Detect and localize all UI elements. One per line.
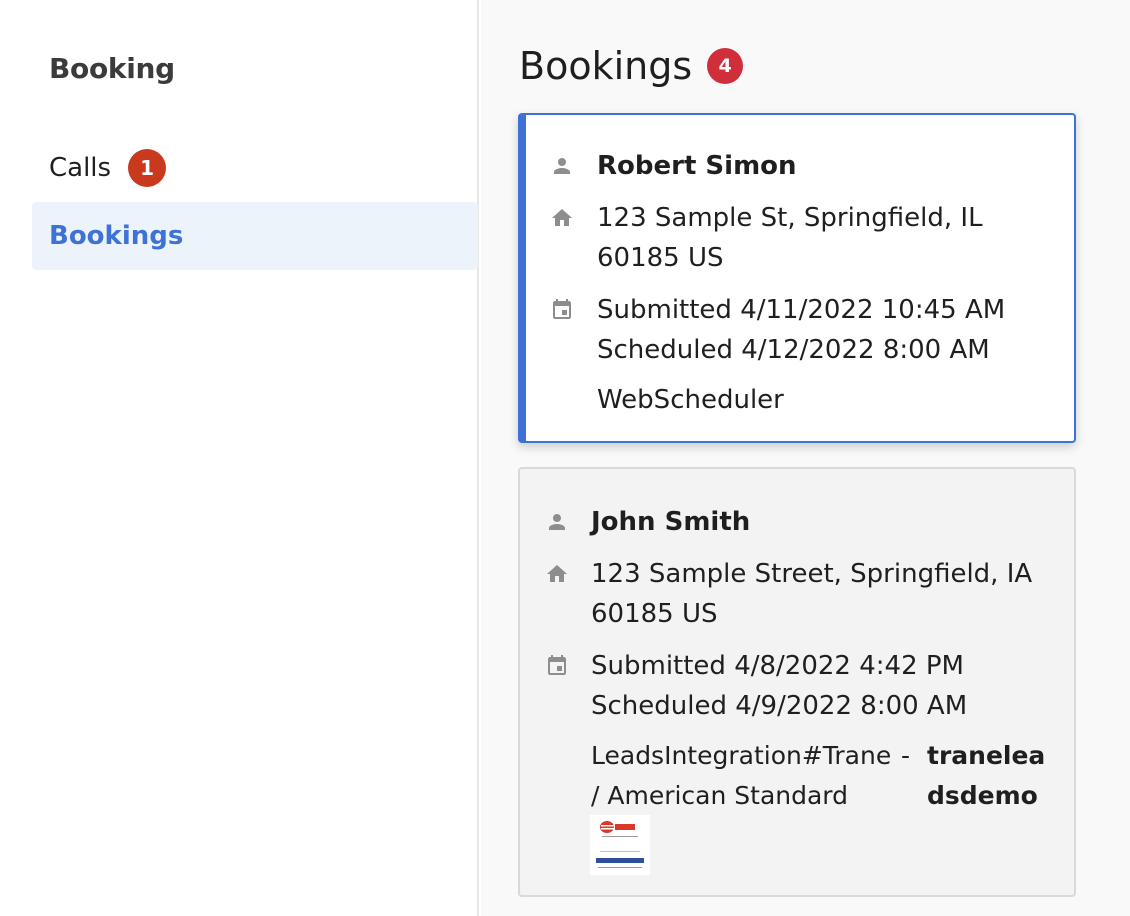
booking-dates-row: Submitted 4/8/2022 4:42 PM Scheduled 4/9… [545,646,967,726]
booking-card[interactable]: John Smith 123 Sample Street, Springfiel… [518,467,1076,897]
sidebar-item-label: Calls [49,153,112,183]
address-line-2: 60185 US [597,243,724,273]
main-panel: Bookings 4 Robert Simon 123 Sample St, S… [481,0,1130,916]
address-line-2: 60185 US [591,599,718,629]
account-line-1: tranelea [927,741,1046,770]
sidebar-title: Booking [49,52,175,85]
bookings-count-badge: 4 [707,48,744,84]
submitted-date: Submitted 4/11/2022 10:45 AM [597,295,1006,325]
person-icon [545,510,569,534]
submitted-date: Submitted 4/8/2022 4:42 PM [591,651,964,681]
sidebar-item-label: Bookings [49,221,184,251]
address-line-1: 123 Sample St, Springfield, IL [597,203,983,233]
calendar-icon [550,298,574,322]
sidebar-item-bookings[interactable]: Bookings [32,202,478,270]
customer-name: Robert Simon [597,151,797,181]
booking-source-row: LeadsIntegration#Trane / American Standa… [591,736,1045,816]
trane-american-standard-logo [590,815,650,875]
booking-address-row: 123 Sample Street, Springfield, IA 60185… [545,554,1032,634]
booking-source: WebScheduler [597,385,784,415]
sidebar: Booking Calls 1 Bookings [0,0,479,916]
home-icon [550,206,574,230]
home-icon [545,562,569,586]
scheduled-date: Scheduled 4/9/2022 8:00 AM [591,691,968,721]
booking-name-row: Robert Simon [550,146,797,186]
person-icon [550,154,574,178]
booking-source-row: WebScheduler [597,380,784,420]
sidebar-item-calls[interactable]: Calls 1 [32,134,478,202]
customer-name: John Smith [591,507,751,537]
source-line-1: LeadsIntegration#Trane [591,741,892,770]
page-title-text: Bookings [519,44,693,88]
calls-count-badge: 1 [128,149,167,187]
source-line-2: / American Standard [591,781,849,810]
booking-name-row: John Smith [545,502,750,542]
booking-dates-row: Submitted 4/11/2022 10:45 AM Scheduled 4… [550,290,1005,370]
account-line-2: dsdemo [927,781,1038,810]
source-separator: - [901,741,911,770]
calendar-icon [545,654,569,678]
booking-card-selected[interactable]: Robert Simon 123 Sample St, Springfield,… [518,113,1076,443]
scheduled-date: Scheduled 4/12/2022 8:00 AM [597,335,990,365]
page-title: Bookings 4 [519,44,744,88]
booking-address-row: 123 Sample St, Springfield, IL 60185 US [550,198,983,278]
address-line-1: 123 Sample Street, Springfield, IA [591,559,1033,589]
